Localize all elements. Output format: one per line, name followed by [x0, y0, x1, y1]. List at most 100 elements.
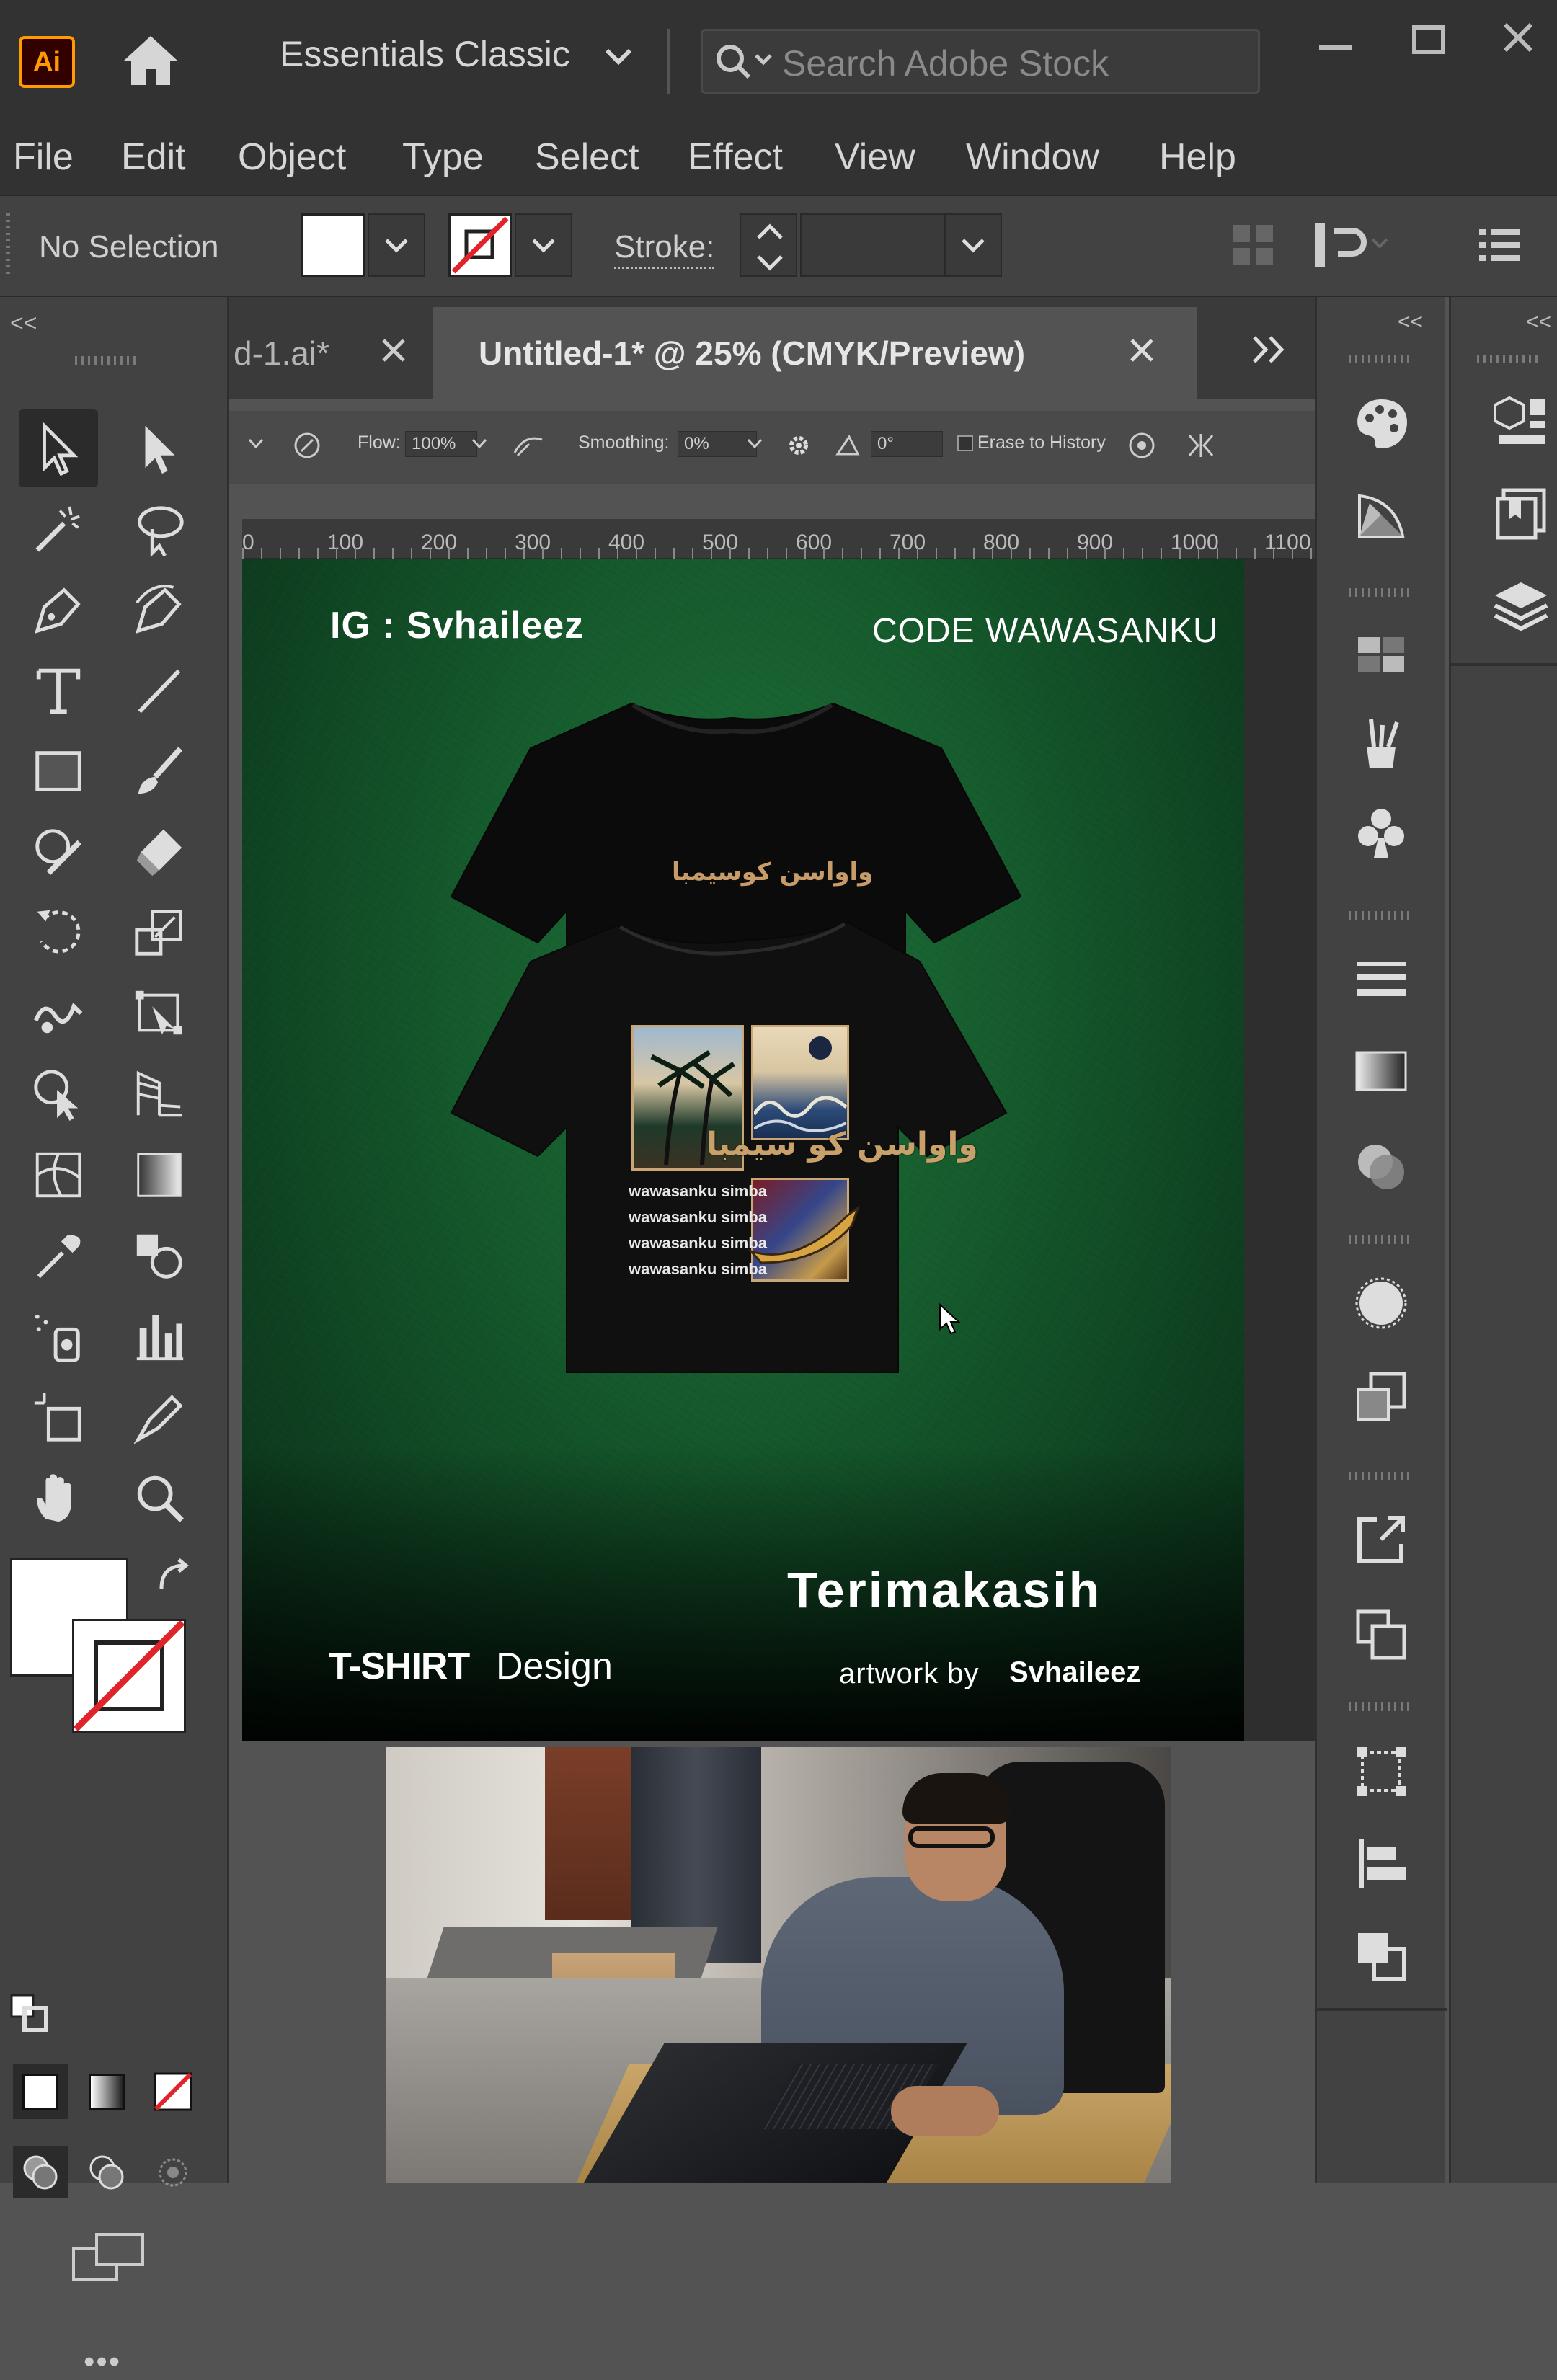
- symbols-panel-icon[interactable]: [1341, 796, 1421, 868]
- gradient-tool-icon[interactable]: [120, 1136, 199, 1214]
- panel-grip[interactable]: [75, 356, 140, 365]
- gear-icon[interactable]: [784, 431, 813, 463]
- graphic-styles-icon[interactable]: [1341, 1361, 1421, 1433]
- chevron-down-icon[interactable]: [470, 435, 489, 456]
- tab-untitled-1[interactable]: Untitled-1* @ 25% (CMYK/Preview): [432, 307, 1197, 399]
- transform-panel-icon[interactable]: [1341, 1736, 1421, 1808]
- stroke-weight-dropdown[interactable]: [944, 213, 1002, 277]
- menu-help[interactable]: Help: [1159, 120, 1236, 195]
- symmetry-icon[interactable]: [1185, 431, 1217, 463]
- type-tool-icon[interactable]: [19, 652, 98, 729]
- line-tool-icon[interactable]: [120, 652, 199, 729]
- panel-grip[interactable]: [1349, 588, 1414, 597]
- slice-tool-icon[interactable]: [120, 1378, 199, 1456]
- panel-menu-icon[interactable]: [1478, 223, 1521, 270]
- draw-inside-icon[interactable]: [146, 2146, 200, 2198]
- artboards-panel-icon[interactable]: [1341, 1599, 1421, 1671]
- symbol-sprayer-icon[interactable]: [19, 1297, 98, 1375]
- draw-behind-icon[interactable]: [79, 2146, 134, 2198]
- selection-tool-icon[interactable]: [19, 409, 98, 487]
- panel-grip[interactable]: [1349, 1702, 1414, 1711]
- curvature-tool-icon[interactable]: [120, 571, 199, 649]
- warp-tool-icon[interactable]: [19, 974, 98, 1052]
- stroke-panel-icon[interactable]: [1341, 943, 1421, 1015]
- export-icon[interactable]: [1341, 1504, 1421, 1576]
- color-mode-icon[interactable]: [13, 2064, 68, 2119]
- zoom-tool-icon[interactable]: [120, 1459, 199, 1537]
- screen-mode-icon[interactable]: [71, 2232, 146, 2286]
- transparency-panel-icon[interactable]: [1341, 1130, 1421, 1202]
- menu-select[interactable]: Select: [535, 120, 639, 195]
- align-grid-icon[interactable]: [1230, 222, 1276, 272]
- angle-input[interactable]: 0°: [871, 431, 943, 457]
- scale-tool-icon[interactable]: [120, 894, 199, 972]
- lasso-tool-icon[interactable]: [120, 490, 199, 568]
- tab-overflow-icon[interactable]: [1248, 332, 1292, 371]
- artboard-tool-icon[interactable]: [19, 1378, 98, 1456]
- panel-grip[interactable]: [1349, 911, 1414, 920]
- color-panel-icon[interactable]: [1341, 386, 1421, 458]
- workspace-switcher[interactable]: Essentials Classic: [280, 33, 570, 75]
- free-transform-icon[interactable]: [120, 974, 199, 1052]
- stroke-label[interactable]: Stroke:: [614, 229, 715, 269]
- minimize-icon[interactable]: [1303, 14, 1368, 65]
- eraser-tool-icon[interactable]: [120, 813, 199, 891]
- 3d-materials-icon[interactable]: [1481, 385, 1557, 457]
- column-graph-icon[interactable]: [120, 1297, 199, 1375]
- appearance-panel-icon[interactable]: [1341, 1267, 1421, 1339]
- chevron-down-icon[interactable]: [247, 435, 265, 456]
- layers-panel-icon[interactable]: [1481, 569, 1557, 641]
- collapse-icon[interactable]: <<: [10, 310, 37, 337]
- swatches-panel-icon[interactable]: [1341, 618, 1421, 691]
- brushes-panel-icon[interactable]: [1341, 708, 1421, 780]
- stroke-weight-stepper[interactable]: [740, 213, 797, 277]
- panel-grip[interactable]: [1349, 1235, 1414, 1244]
- pathfinder-panel-icon[interactable]: [1341, 1920, 1421, 1992]
- shape-builder-icon[interactable]: [19, 1055, 98, 1133]
- chevron-down-icon[interactable]: [603, 46, 634, 71]
- rotate-tool-icon[interactable]: [19, 894, 98, 972]
- mesh-tool-icon[interactable]: [19, 1136, 98, 1214]
- rectangle-tool-icon[interactable]: [19, 732, 98, 810]
- eyedropper-tool-icon[interactable]: [19, 1217, 98, 1295]
- target-icon[interactable]: [1127, 431, 1156, 463]
- pen-tool-icon[interactable]: [19, 571, 98, 649]
- paintbrush-tool-icon[interactable]: [120, 732, 199, 810]
- perspective-grid-icon[interactable]: [120, 1055, 199, 1133]
- stroke-swatch-none[interactable]: [448, 213, 512, 277]
- home-icon[interactable]: [121, 32, 180, 89]
- draw-normal-icon[interactable]: [13, 2146, 68, 2198]
- default-colors-icon[interactable]: [10, 1994, 50, 2038]
- more-tools-icon[interactable]: •••: [84, 2344, 121, 2380]
- collapse-icon[interactable]: <<: [1526, 310, 1551, 334]
- none-mode-icon[interactable]: [146, 2064, 200, 2119]
- menu-view[interactable]: View: [835, 120, 915, 195]
- gradient-panel-icon[interactable]: [1341, 1035, 1421, 1107]
- close-icon[interactable]: [1485, 14, 1550, 65]
- stroke-dropdown[interactable]: [515, 213, 572, 277]
- gradient-mode-icon[interactable]: [79, 2064, 134, 2119]
- libraries-icon[interactable]: [1481, 477, 1557, 549]
- close-tab-icon[interactable]: [378, 334, 409, 370]
- menu-effect[interactable]: Effect: [688, 120, 783, 195]
- hand-tool-icon[interactable]: [19, 1459, 98, 1537]
- transform-icon[interactable]: [1312, 221, 1391, 275]
- fill-dropdown[interactable]: [368, 213, 425, 277]
- align-panel-icon[interactable]: [1341, 1828, 1421, 1900]
- color-guide-icon[interactable]: [1341, 479, 1421, 551]
- menu-type[interactable]: Type: [402, 120, 484, 195]
- stock-search[interactable]: Search Adobe Stock: [701, 29, 1260, 94]
- angle-icon[interactable]: [835, 432, 861, 462]
- shaper-tool-icon[interactable]: [19, 813, 98, 891]
- stroke-weight-input[interactable]: [800, 213, 949, 277]
- grip-handle[interactable]: [6, 213, 10, 278]
- stroke-color-box-none[interactable]: [72, 1619, 186, 1733]
- pressure-icon[interactable]: [293, 431, 321, 463]
- magic-wand-icon[interactable]: [19, 490, 98, 568]
- panel-grip[interactable]: [1477, 355, 1542, 363]
- blend-tool-icon[interactable]: [120, 1217, 199, 1295]
- swap-colors-icon[interactable]: [154, 1557, 195, 1601]
- menu-edit[interactable]: Edit: [121, 120, 186, 195]
- panel-grip[interactable]: [1349, 355, 1414, 363]
- flow-input[interactable]: 100%: [405, 431, 477, 457]
